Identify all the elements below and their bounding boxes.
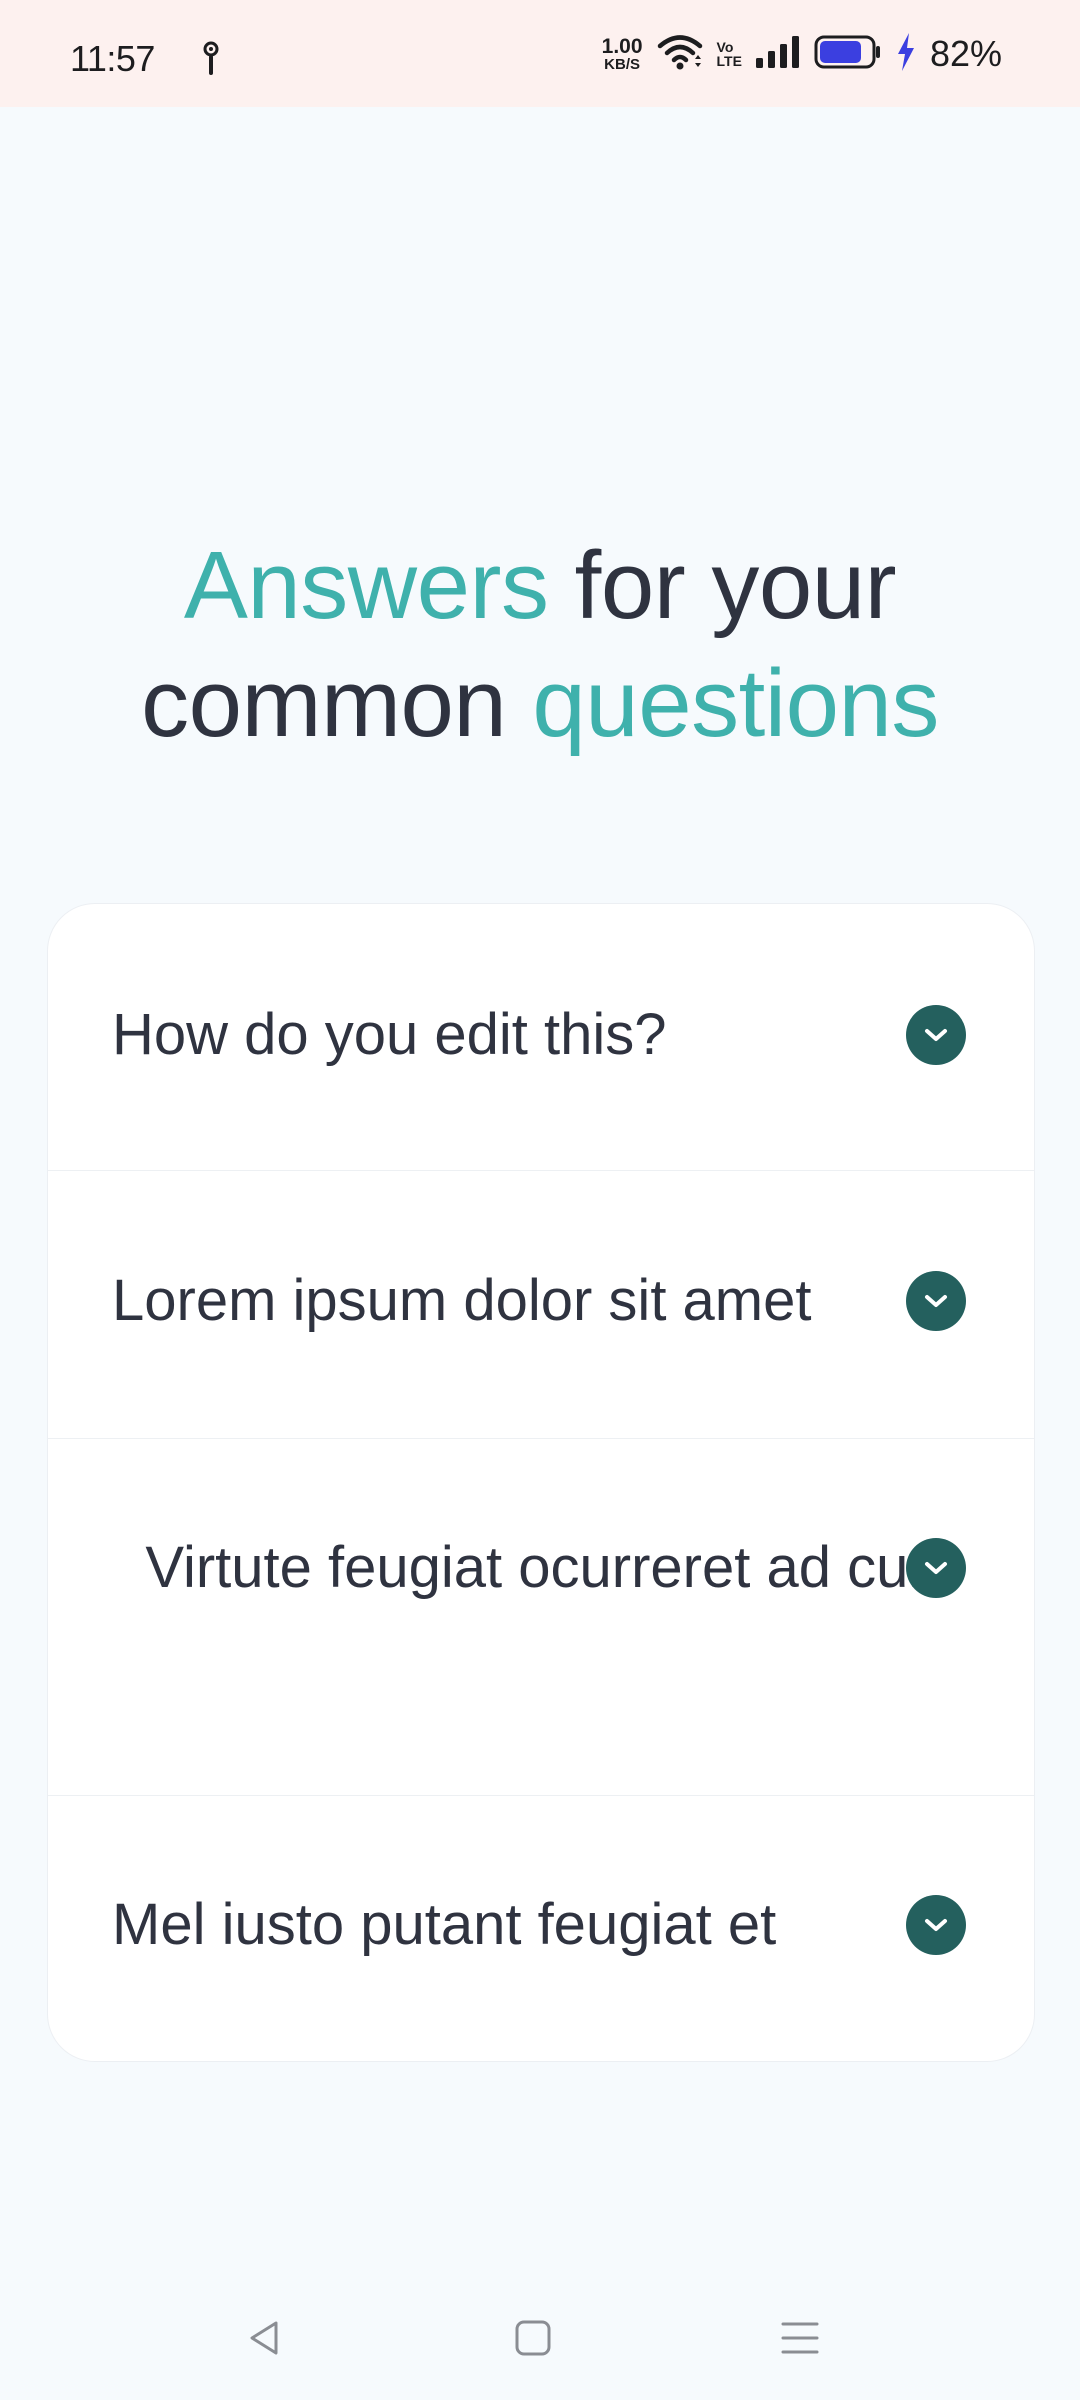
battery-percent: 82% — [929, 33, 1002, 74]
faq-item[interactable]: Virtute feugiat ocurreret ad cum — [48, 1439, 1034, 1796]
faq-question: Lorem ipsum dolor sit amet — [112, 1268, 812, 1333]
hotspot-icon — [196, 40, 226, 80]
faq-card: How do you edit this? Lorem ipsum dolor … — [47, 903, 1035, 2062]
chevron-down-icon[interactable] — [906, 1895, 966, 1955]
faq-question: How do you edit this? — [112, 1002, 667, 1067]
recents-icon[interactable] — [770, 2308, 830, 2368]
back-icon[interactable] — [234, 2308, 294, 2368]
status-time: 11:57 — [70, 38, 155, 79]
wifi-icon — [657, 33, 703, 76]
volte-top-label: Vo — [716, 39, 734, 55]
network-speed: 1.00 KB/S — [602, 36, 643, 72]
chevron-down-icon[interactable] — [906, 1271, 966, 1331]
faq-item[interactable]: How do you edit this? — [48, 904, 1034, 1171]
charging-icon — [896, 32, 916, 76]
faq-question: Mel iusto putant feugiat et — [112, 1892, 777, 1957]
battery-icon — [814, 35, 882, 74]
status-icons: 1.00 KB/S Vo LTE 82% — [602, 32, 1002, 76]
chevron-down-icon[interactable] — [906, 1005, 966, 1065]
signal-icon — [755, 35, 800, 73]
chevron-down-icon[interactable] — [906, 1538, 966, 1598]
page-title: Answers for your common questions — [0, 527, 1080, 763]
system-nav-bar — [0, 2290, 1080, 2380]
network-speed-value: 1.00 — [601, 35, 643, 58]
volte-icon: Vo LTE — [717, 40, 742, 68]
title-accent-questions: questions — [532, 650, 939, 757]
status-bar: 11:57 1.00 KB/S Vo LTE 82% — [0, 0, 1080, 107]
home-icon[interactable] — [503, 2308, 563, 2368]
volte-bottom-label: LTE — [716, 53, 742, 69]
title-common: common — [141, 650, 533, 757]
faq-item[interactable]: Mel iusto putant feugiat et — [48, 1796, 1034, 2061]
title-for-your: for your — [548, 532, 897, 639]
title-accent-answers: Answers — [183, 532, 549, 639]
faq-question: Virtute feugiat ocurreret ad cum — [145, 1535, 957, 1600]
faq-item[interactable]: Lorem ipsum dolor sit amet — [48, 1171, 1034, 1439]
network-speed-unit: KB/S — [604, 56, 641, 73]
